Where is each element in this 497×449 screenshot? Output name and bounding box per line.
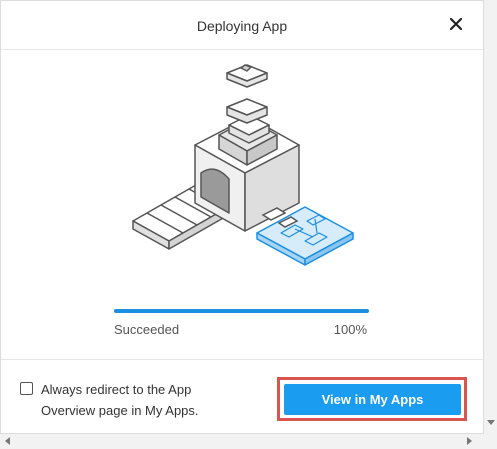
arrow-right-icon[interactable]: [467, 437, 472, 445]
dialog-footer: Always redirect to the App Overview page…: [1, 359, 483, 435]
close-icon[interactable]: [447, 15, 465, 33]
always-redirect-label: Always redirect to the App Overview page…: [41, 382, 199, 418]
progress-status: Succeeded: [114, 322, 180, 337]
arrow-down-icon[interactable]: [487, 420, 495, 425]
progress-percent: 100%: [333, 322, 367, 337]
progress-bar-fill: [114, 309, 369, 313]
view-in-my-apps-button[interactable]: View in My Apps: [284, 384, 461, 415]
always-redirect-checkbox[interactable]: [20, 382, 33, 395]
horizontal-scrollbar[interactable]: [0, 434, 484, 449]
app-factory-illustration: [132, 64, 354, 266]
dialog-title: Deploying App: [196, 18, 288, 34]
deploy-dialog: Deploying App Succeeded 100% Always redi…: [0, 0, 484, 434]
progress-bar: [114, 309, 369, 313]
vertical-scrollbar[interactable]: [484, 0, 497, 434]
arrow-left-icon[interactable]: [5, 437, 10, 445]
dialog-header: Deploying App: [1, 1, 483, 50]
